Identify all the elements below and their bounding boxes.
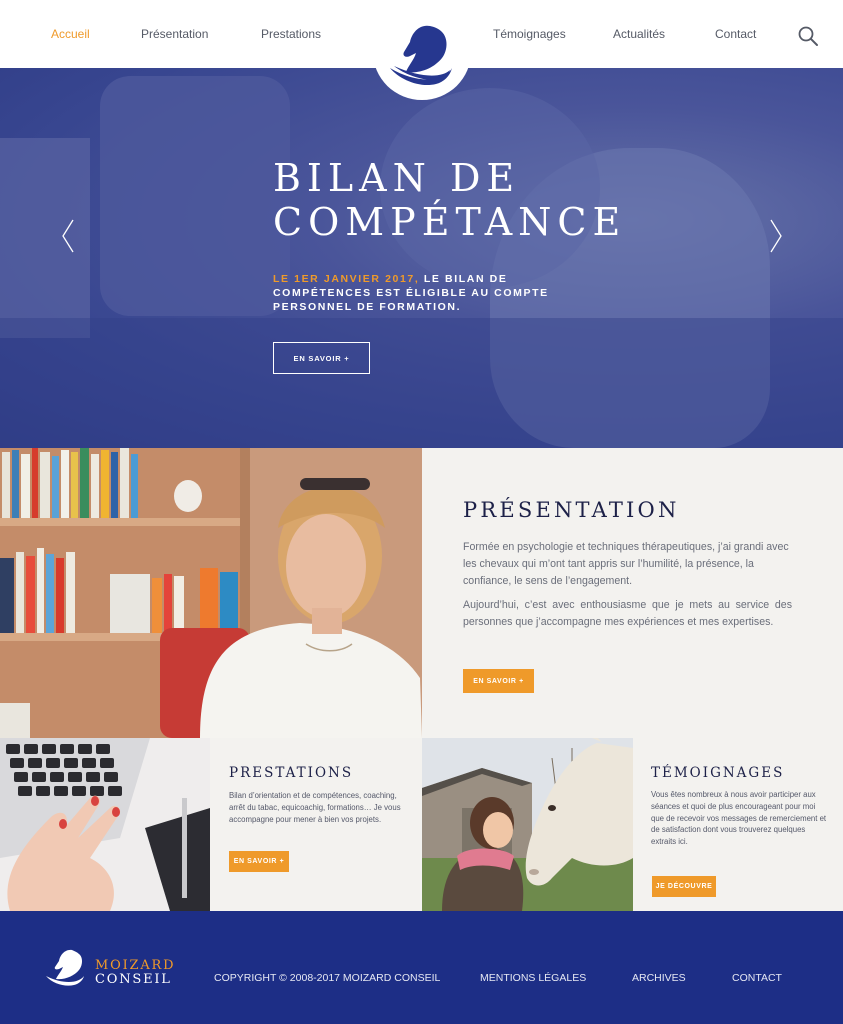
footer-link-mentions-legales[interactable]: MENTIONS LÉGALES bbox=[480, 972, 586, 984]
hero-subtitle: LE 1ER JANVIER 2017, LE BILAN DE COMPÉTE… bbox=[273, 272, 573, 314]
presentation-learn-more-button[interactable]: EN SAVOIR + bbox=[463, 669, 534, 693]
slider-prev-icon[interactable] bbox=[61, 218, 75, 254]
presentation-section: PRÉSENTATION Formée en psychologie et te… bbox=[422, 448, 843, 738]
search-icon[interactable] bbox=[797, 25, 819, 47]
portrait-image bbox=[0, 448, 422, 738]
footer-brand-line2: CONSEIL bbox=[95, 972, 172, 987]
nav-prestations[interactable]: Prestations bbox=[261, 27, 321, 41]
footer-copyright: COPYRIGHT © 2008-2017 MOIZARD CONSEIL bbox=[214, 972, 441, 984]
temoignages-discover-button[interactable]: JE DÉCOUVRE bbox=[652, 876, 716, 897]
prestations-photo bbox=[0, 738, 210, 911]
nav-accueil[interactable]: Accueil bbox=[51, 27, 90, 41]
prestations-section: PRESTATIONS Bilan d’orientation et de co… bbox=[210, 738, 422, 911]
site-logo[interactable] bbox=[373, 4, 471, 100]
footer-link-contact[interactable]: CONTACT bbox=[732, 972, 782, 984]
presentation-photo bbox=[0, 448, 422, 738]
hero-bg-chair bbox=[100, 76, 290, 316]
footer-link-archives[interactable]: ARCHIVES bbox=[632, 972, 686, 984]
temoignages-text: Vous êtes nombreux à nous avoir particip… bbox=[651, 790, 827, 847]
temoignages-photo bbox=[422, 738, 633, 911]
nav-contact[interactable]: Contact bbox=[715, 27, 756, 41]
slider-next-icon[interactable] bbox=[769, 218, 783, 254]
footer-brand-line1: MOIZARD bbox=[95, 958, 176, 973]
presentation-title: PRÉSENTATION bbox=[463, 498, 680, 522]
hero-title-line1: BILAN DE bbox=[273, 156, 521, 200]
hero-banner: BILAN DE COMPÉTANCE LE 1ER JANVIER 2017,… bbox=[0, 68, 843, 448]
hero-bg-radiator bbox=[0, 138, 90, 338]
woman-horse-image bbox=[422, 738, 633, 911]
footer-logo-icon[interactable] bbox=[46, 947, 86, 987]
temoignages-section: TÉMOIGNAGES Vous êtes nombreux à nous av… bbox=[633, 738, 843, 911]
nav-presentation[interactable]: Présentation bbox=[141, 27, 208, 41]
laptop-hand-image bbox=[0, 738, 210, 911]
temoignages-title: TÉMOIGNAGES bbox=[651, 765, 785, 781]
nav-actualites[interactable]: Actualités bbox=[613, 27, 665, 41]
hero-title-line2: COMPÉTANCE bbox=[273, 200, 627, 244]
hero-subtitle-highlight: LE 1ER JANVIER 2017, bbox=[273, 273, 420, 285]
prestations-learn-more-button[interactable]: EN SAVOIR + bbox=[229, 851, 289, 872]
presentation-paragraph-1: Formée en psychologie et techniques thér… bbox=[463, 541, 789, 587]
hero-title: BILAN DE COMPÉTANCE bbox=[273, 156, 626, 244]
presentation-paragraph-2: Aujourd’hui, c’est avec enthousiasme que… bbox=[463, 599, 792, 628]
prestations-text: Bilan d’orientation et de compétences, c… bbox=[229, 791, 401, 824]
prestations-title: PRESTATIONS bbox=[229, 765, 354, 781]
hero-learn-more-button[interactable]: EN SAVOIR + bbox=[273, 342, 370, 374]
hero-bg-table bbox=[0, 318, 843, 448]
horse-head-logo-icon bbox=[390, 25, 452, 86]
site-footer: MOIZARD CONSEIL COPYRIGHT © 2008-2017 MO… bbox=[0, 911, 843, 1024]
nav-temoignages[interactable]: Témoignages bbox=[493, 27, 566, 41]
